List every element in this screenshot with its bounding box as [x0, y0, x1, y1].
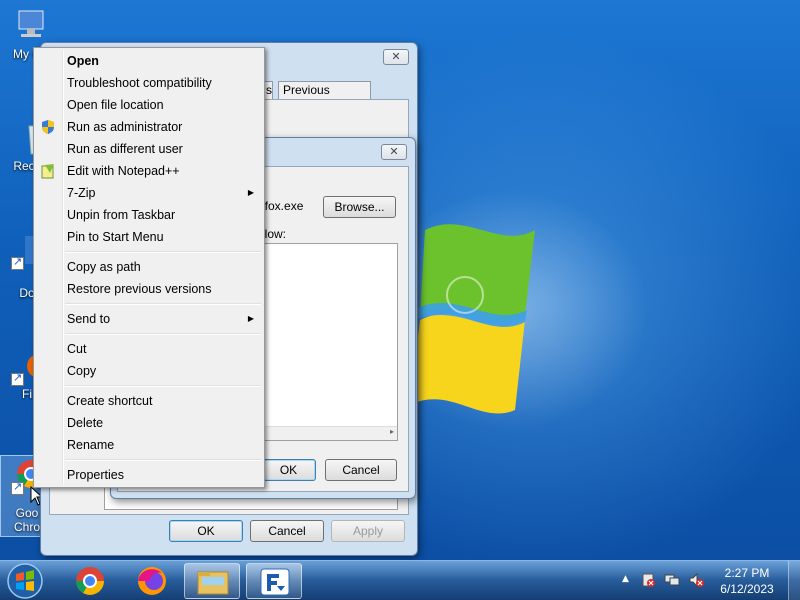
menu-item-send-to[interactable]: Send to ▶: [36, 308, 262, 330]
menu-item-troubleshoot-compatibility[interactable]: Troubleshoot compatibility: [36, 72, 262, 94]
menu-item-label: Copy: [67, 364, 97, 378]
ok-button[interactable]: OK: [169, 520, 243, 542]
menu-item-run-as-different-user[interactable]: Run as different user: [36, 138, 262, 160]
windows-orb-icon[interactable]: [4, 562, 46, 600]
menu-separator: [65, 333, 261, 335]
clock[interactable]: 2:27 PM 6/12/2023: [712, 565, 782, 597]
menu-item-open[interactable]: Open: [36, 50, 262, 72]
app-icon: [260, 568, 290, 596]
menu-item-restore-previous-versions[interactable]: Restore previous versions: [36, 278, 262, 300]
horizontal-scrollbar[interactable]: ▸: [259, 426, 397, 440]
google-chrome-icon: [76, 567, 104, 595]
path-input[interactable]: efox.exe: [258, 195, 318, 217]
close-button[interactable]: ✕: [383, 49, 409, 65]
menu-item-7-zip[interactable]: 7-Zip ▶: [36, 182, 262, 204]
ok-button[interactable]: OK: [261, 459, 316, 481]
program-list[interactable]: ▸: [258, 243, 398, 441]
system-tray: ▲ 2:27 PM 6/12/2023: [610, 561, 800, 600]
menu-item-properties[interactable]: Properties: [36, 464, 262, 486]
menu-separator: [65, 459, 261, 461]
action-center-icon[interactable]: [640, 572, 656, 588]
menu-item-label: Unpin from Taskbar: [67, 208, 176, 222]
menu-separator: [65, 385, 261, 387]
menu-item-label: Run as administrator: [67, 120, 183, 134]
apply-button[interactable]: Apply: [331, 520, 405, 542]
menu-item-pin-to-start-menu[interactable]: Pin to Start Menu: [36, 226, 262, 248]
cancel-button[interactable]: Cancel: [325, 459, 397, 481]
shortcut-arrow-icon: [11, 371, 24, 386]
menu-item-copy[interactable]: Copy: [36, 360, 262, 382]
menu-item-rename[interactable]: Rename: [36, 434, 262, 456]
menu-item-run-as-administrator[interactable]: Run as administrator: [36, 116, 262, 138]
menu-item-copy-as-path[interactable]: Copy as path: [36, 256, 262, 278]
close-icon: ✕: [391, 50, 401, 63]
menu-item-label: Rename: [67, 438, 115, 452]
menu-separator: [65, 251, 261, 253]
menu-item-unpin-from-taskbar[interactable]: Unpin from Taskbar: [36, 204, 262, 226]
menu-item-edit-with-notepad-plus-plus[interactable]: Edit with Notepad++: [36, 160, 262, 182]
browse-button[interactable]: Browse...: [323, 196, 396, 218]
uac-shield-icon: [42, 120, 54, 134]
shortcut-arrow-icon: [11, 255, 24, 270]
windows-explorer-icon: [197, 571, 229, 595]
menu-item-create-shortcut[interactable]: Create shortcut: [36, 390, 262, 412]
menu-item-label: Open file location: [67, 98, 164, 112]
menu-separator: [65, 303, 261, 305]
menu-item-label: Troubleshoot compatibility: [67, 76, 212, 90]
shortcut-arrow-icon: [11, 480, 24, 495]
menu-item-label: Restore previous versions: [67, 282, 212, 296]
menu-item-cut[interactable]: Cut: [36, 338, 262, 360]
menu-item-label: Run as different user: [67, 142, 183, 156]
close-icon: ✕: [389, 145, 399, 158]
show-hidden-icons-icon[interactable]: ▲: [622, 574, 629, 584]
menu-item-label: 7-Zip: [67, 186, 96, 200]
menu-item-label: Pin to Start Menu: [67, 230, 164, 244]
submenu-arrow-icon: ▶: [247, 314, 254, 323]
notepad-plus-plus-icon: [41, 164, 54, 179]
taskbar-item-explorer[interactable]: [184, 563, 240, 599]
cancel-button[interactable]: Cancel: [250, 520, 324, 542]
network-icon[interactable]: [664, 572, 680, 588]
taskbar-item-app[interactable]: [246, 563, 302, 599]
clock-date: 6/12/2023: [720, 582, 774, 596]
volume-muted-icon[interactable]: [688, 572, 704, 588]
show-desktop-button[interactable]: [788, 561, 800, 600]
menu-item-label: Edit with Notepad++: [67, 164, 180, 178]
windows-logo-wallpaper: [410, 224, 535, 414]
clock-time: 2:27 PM: [724, 566, 770, 580]
context-menu[interactable]: Open Troubleshoot compatibility Open fil…: [33, 47, 265, 488]
menu-item-open-file-location[interactable]: Open file location: [36, 94, 262, 116]
taskbar-item-chrome[interactable]: [62, 563, 118, 599]
submenu-arrow-icon: ▶: [247, 188, 254, 197]
menu-item-label: Open: [67, 54, 99, 68]
close-button[interactable]: ✕: [381, 144, 407, 160]
menu-item-label: Delete: [67, 416, 104, 430]
menu-item-label: Send to: [67, 312, 111, 326]
scroll-right-icon[interactable]: ▸: [390, 427, 394, 436]
taskbar-item-firefox[interactable]: [124, 563, 180, 599]
menu-item-label: Create shortcut: [67, 394, 153, 408]
menu-item-label: Copy as path: [67, 260, 141, 274]
computer-icon: [9, 8, 45, 44]
firefox-icon: [138, 567, 166, 595]
menu-item-label: Properties: [67, 468, 124, 482]
menu-item-label: Cut: [67, 342, 87, 356]
menu-item-delete[interactable]: Delete: [36, 412, 262, 434]
taskbar: ▲ 2:27 PM 6/12/2023: [0, 560, 800, 600]
tab-previous-versions[interactable]: Previous Versions: [278, 81, 371, 114]
